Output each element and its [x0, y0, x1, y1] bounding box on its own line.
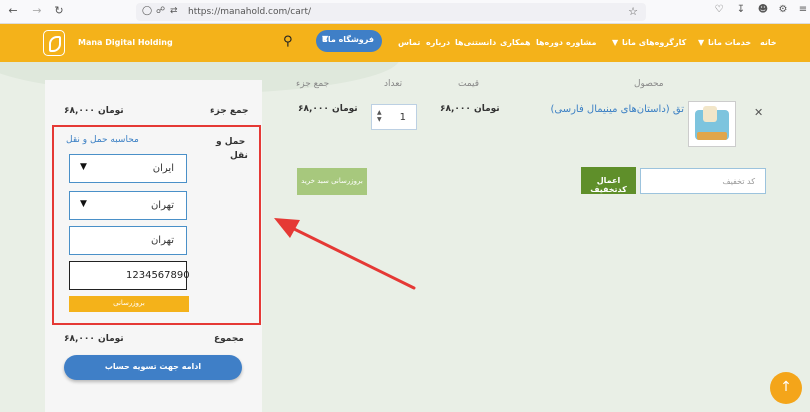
item-subtotal: ۶۸,۰۰۰ تومان [298, 104, 358, 114]
scroll-to-top-button[interactable]: ↑ [770, 372, 802, 404]
calculate-shipping-link[interactable]: محاسبه حمل و نقل [66, 135, 139, 145]
header-subtotal: جمع جزء [296, 79, 330, 89]
subtotal-value: ۶۸,۰۰۰ تومان [64, 106, 124, 116]
product-thumbnail[interactable] [688, 101, 736, 147]
dropdown-caret-icon: ▼ [80, 199, 87, 209]
shop-button[interactable]: ▼ فروشگاه مانا [316, 30, 382, 52]
chevron-down-icon[interactable]: ▼ [612, 38, 618, 47]
stepper-arrows-icon[interactable]: ▲ ▼ [377, 109, 382, 123]
remove-item-icon[interactable]: ✕ [754, 106, 763, 119]
shield-icon[interactable]: ◯ [142, 6, 152, 16]
extensions-icon[interactable]: ⚙ [776, 4, 790, 15]
annotation-arrow-icon [274, 218, 416, 290]
total-value: ۶۸,۰۰۰ تومان [64, 334, 124, 344]
menu-item-home[interactable]: خانه [760, 38, 777, 47]
city-input[interactable]: تهران [69, 226, 187, 255]
menu-item-knowledge[interactable]: دانستنی‌ها [455, 38, 496, 47]
chevron-down-icon[interactable]: ▼ [698, 38, 704, 47]
permissions-icon[interactable]: ⇄ [170, 6, 178, 16]
address-bar[interactable]: ◯ ☍ ⇄ https://manahold.com/cart/ ☆ [136, 3, 646, 21]
brand-name[interactable]: Mana Digital Holding [78, 38, 173, 47]
menu-item-consulting[interactable]: مشاوره [566, 38, 596, 47]
item-price: ۶۸,۰۰۰ تومان [440, 104, 500, 114]
coupon-input[interactable]: کد تخفیف [640, 168, 766, 194]
state-select[interactable]: ▼ تهران [69, 191, 187, 220]
back-icon[interactable]: ← [6, 4, 20, 17]
apply-coupon-button[interactable]: اعمال کدتخفیف [581, 167, 636, 194]
checkout-button[interactable]: ادامه جهت تسویه حساب [64, 355, 242, 380]
site-header: Mana Digital Holding ⚲ ▼ فروشگاه مانا تم… [0, 24, 810, 62]
update-shipping-button[interactable]: بروزرسانی [69, 296, 189, 312]
menu-item-contact[interactable]: تماس [398, 38, 420, 47]
update-cart-button[interactable]: بروزرسانی سبد خرید [297, 168, 367, 195]
lock-icon[interactable]: ☍ [156, 6, 165, 16]
header-qty: تعداد [384, 79, 403, 89]
menu-item-workgroups[interactable]: کارگروه‌های مانا [622, 38, 686, 47]
logo-icon[interactable] [43, 30, 65, 56]
reload-icon[interactable]: ↻ [52, 4, 66, 17]
menu-item-courses[interactable]: دوره‌ها [536, 38, 563, 47]
bookmark-star-icon[interactable]: ☆ [628, 5, 638, 18]
forward-icon[interactable]: → [30, 4, 44, 17]
browser-toolbar: ← → ↻ ◯ ☍ ⇄ https://manahold.com/cart/ ☆… [0, 0, 810, 24]
menu-icon[interactable]: ≡ [796, 4, 810, 15]
postcode-input[interactable]: 1234567890 [69, 261, 190, 290]
dropdown-caret-icon: ▼ [80, 162, 87, 172]
subtotal-label: جمع جزء [210, 106, 249, 116]
url-text[interactable]: https://manahold.com/cart/ [188, 7, 311, 17]
menu-item-services[interactable]: خدمات مانا [708, 38, 751, 47]
menu-item-cooperation[interactable]: همکاری [500, 38, 531, 47]
product-link[interactable]: تق (داستان‌های مینیمال فارسی) [548, 104, 684, 115]
pocket-icon[interactable]: ♡ [712, 4, 726, 15]
header-product: محصول [634, 79, 664, 89]
search-icon[interactable]: ⚲ [283, 34, 293, 49]
shipping-label-2: نقل [230, 151, 248, 161]
quantity-stepper[interactable]: ▲ ▼ 1 [371, 104, 417, 130]
shipping-label: حمل و [216, 137, 246, 147]
account-icon[interactable]: ☻ [756, 4, 770, 15]
menu-item-about[interactable]: درباره [426, 38, 450, 47]
download-icon[interactable]: ↧ [734, 4, 748, 15]
total-label: مجموع [214, 334, 244, 344]
country-select[interactable]: ▼ ایران [69, 154, 187, 183]
header-price: قیمت [458, 79, 480, 89]
